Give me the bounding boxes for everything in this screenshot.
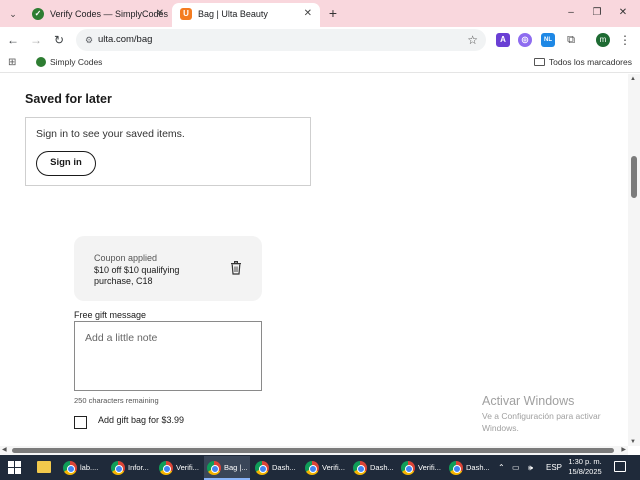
horizontal-scrollbar[interactable]: ◀ ▶ (0, 446, 628, 455)
forward-arrow-icon[interactable]: → (27, 31, 45, 49)
back-arrow-icon[interactable]: ← (4, 31, 22, 49)
tab-close-icon[interactable]: ✕ (156, 3, 164, 25)
scroll-left-icon[interactable]: ◀ (2, 446, 7, 455)
vertical-scrollbar[interactable]: ▲ ▼ (628, 74, 640, 446)
scroll-right-icon[interactable]: ▶ (621, 446, 626, 455)
close-window-button[interactable]: ✕ (612, 4, 634, 22)
notifications-icon[interactable] (614, 461, 626, 472)
tray-chevron-icon[interactable]: ⌃ (498, 455, 505, 480)
taskbar-item-active[interactable]: Bag |... (204, 456, 250, 480)
coupon-description: $10 off $10 qualifying purchase, C18 (94, 265, 180, 286)
folder-icon (533, 58, 545, 66)
page-content: Saved for later Sign in to see your save… (0, 74, 628, 446)
activate-windows-subtitle: Ve a Configuración para activar Windows. (482, 411, 601, 433)
bookmark-label: Simply Codes (50, 57, 103, 67)
saved-items-signin-panel: Sign in to see your saved items. Sign in (25, 117, 311, 186)
tab-search-icon[interactable]: ⌄ (4, 5, 22, 23)
gift-message-label: Free gift message (74, 310, 147, 320)
extension-nl-icon[interactable]: NL (541, 33, 555, 47)
all-bookmarks-label: Todos los marcadores (548, 57, 632, 67)
chrome-icon (401, 461, 415, 475)
taskbar-item[interactable]: Verifi... (302, 456, 348, 480)
browser-toolbar: ← → ↻ ⚙ ulta.com/bag ☆ A ◎ NL ⧉ m ⋮ (0, 27, 640, 53)
activate-windows-title: Activar Windows (482, 394, 575, 408)
tab-close-icon[interactable]: ✕ (304, 3, 312, 25)
bookmarks-bar: ⊞ Simply Codes Todos los marcadores (0, 53, 640, 73)
site-info-icon[interactable]: ⚙ (82, 32, 96, 48)
tab-title: Verify Codes — SimplyCodes (50, 9, 169, 19)
gift-bag-checkbox[interactable] (74, 416, 87, 429)
chrome-icon (305, 461, 319, 475)
new-tab-button[interactable]: + (324, 4, 342, 22)
tab-strip: ⌄ ✓ Verify Codes — SimplyCodes ✕ U Bag |… (0, 0, 640, 27)
extension-circle-icon[interactable]: ◎ (518, 33, 532, 47)
chrome-icon (449, 461, 463, 475)
maximize-button[interactable]: ❐ (586, 4, 608, 22)
chrome-icon (207, 461, 221, 475)
browser-menu-icon[interactable]: ⋮ (618, 31, 632, 49)
url-text[interactable]: ulta.com/bag (98, 29, 152, 51)
horizontal-scroll-thumb[interactable] (12, 448, 614, 453)
clock-date: 15/8/2025 (568, 467, 602, 476)
simplycodes-favicon-icon: ✓ (32, 8, 44, 20)
saved-for-later-heading: Saved for later (25, 92, 112, 106)
chrome-icon (353, 461, 367, 475)
scroll-up-icon[interactable]: ▲ (630, 76, 636, 82)
chrome-icon (159, 461, 173, 475)
gift-bag-label[interactable]: Add gift bag for $3.99 (98, 415, 184, 425)
clock-time: 1:30 p. m. (568, 457, 602, 466)
tab-title: Bag | Ulta Beauty (198, 9, 268, 19)
chrome-icon (63, 461, 77, 475)
coupon-card: Coupon applied $10 off $10 qualifying pu… (74, 236, 262, 301)
bookmark-star-icon[interactable]: ☆ (467, 29, 478, 51)
taskbar-item[interactable]: Dash... (350, 456, 396, 480)
windows-taskbar: lab.... Infor... Verifi... Bag |... Dash… (0, 455, 640, 480)
gift-message-textarea[interactable]: Add a little note (74, 321, 262, 391)
tab-verify-codes[interactable]: ✓ Verify Codes — SimplyCodes ✕ (24, 3, 172, 27)
apps-grid-icon[interactable]: ⊞ (8, 57, 19, 68)
simplycodes-bookmark-icon (36, 57, 46, 67)
minimize-button[interactable]: – (560, 4, 582, 22)
address-bar[interactable]: ⚙ ulta.com/bag ☆ (76, 29, 486, 51)
characters-remaining: 250 characters remaining (74, 396, 159, 405)
clock[interactable]: 1:30 p. m. 15/8/2025 (562, 457, 608, 477)
taskbar-item[interactable]: Dash... (252, 456, 298, 480)
windows-start-icon[interactable] (8, 461, 21, 474)
chrome-icon (255, 461, 269, 475)
volume-icon[interactable]: 🕪 (528, 455, 533, 480)
bookmark-simply-codes[interactable]: Simply Codes (36, 53, 102, 72)
extension-a-icon[interactable]: A (496, 33, 510, 47)
trash-icon[interactable] (230, 261, 242, 275)
tab-ulta-bag[interactable]: U Bag | Ulta Beauty ✕ (172, 3, 320, 27)
coupon-status: Coupon applied (94, 253, 158, 263)
gift-message-placeholder: Add a little note (85, 332, 158, 344)
reload-icon[interactable]: ↻ (50, 31, 68, 49)
taskbar-item[interactable]: Infor... (108, 456, 154, 480)
file-explorer-icon[interactable] (37, 461, 51, 473)
signin-message: Sign in to see your saved items. (36, 128, 185, 140)
ulta-favicon-icon: U (180, 8, 192, 20)
taskbar-item[interactable]: Verifi... (398, 456, 444, 480)
chrome-icon (111, 461, 125, 475)
scroll-down-icon[interactable]: ▼ (630, 439, 636, 445)
language-indicator[interactable]: ESP (546, 455, 562, 480)
extensions-puzzle-icon[interactable]: ⧉ (564, 33, 578, 47)
taskbar-item[interactable]: Dash... (446, 456, 492, 480)
taskbar-item[interactable]: lab.... (60, 456, 106, 480)
network-icon[interactable]: ▭ (512, 455, 520, 480)
all-bookmarks-button[interactable]: Todos los marcadores (533, 53, 632, 72)
profile-avatar[interactable]: m (596, 33, 610, 47)
vertical-scroll-thumb[interactable] (631, 156, 637, 198)
sign-in-button[interactable]: Sign in (36, 151, 96, 176)
taskbar-item[interactable]: Verifi... (156, 456, 202, 480)
